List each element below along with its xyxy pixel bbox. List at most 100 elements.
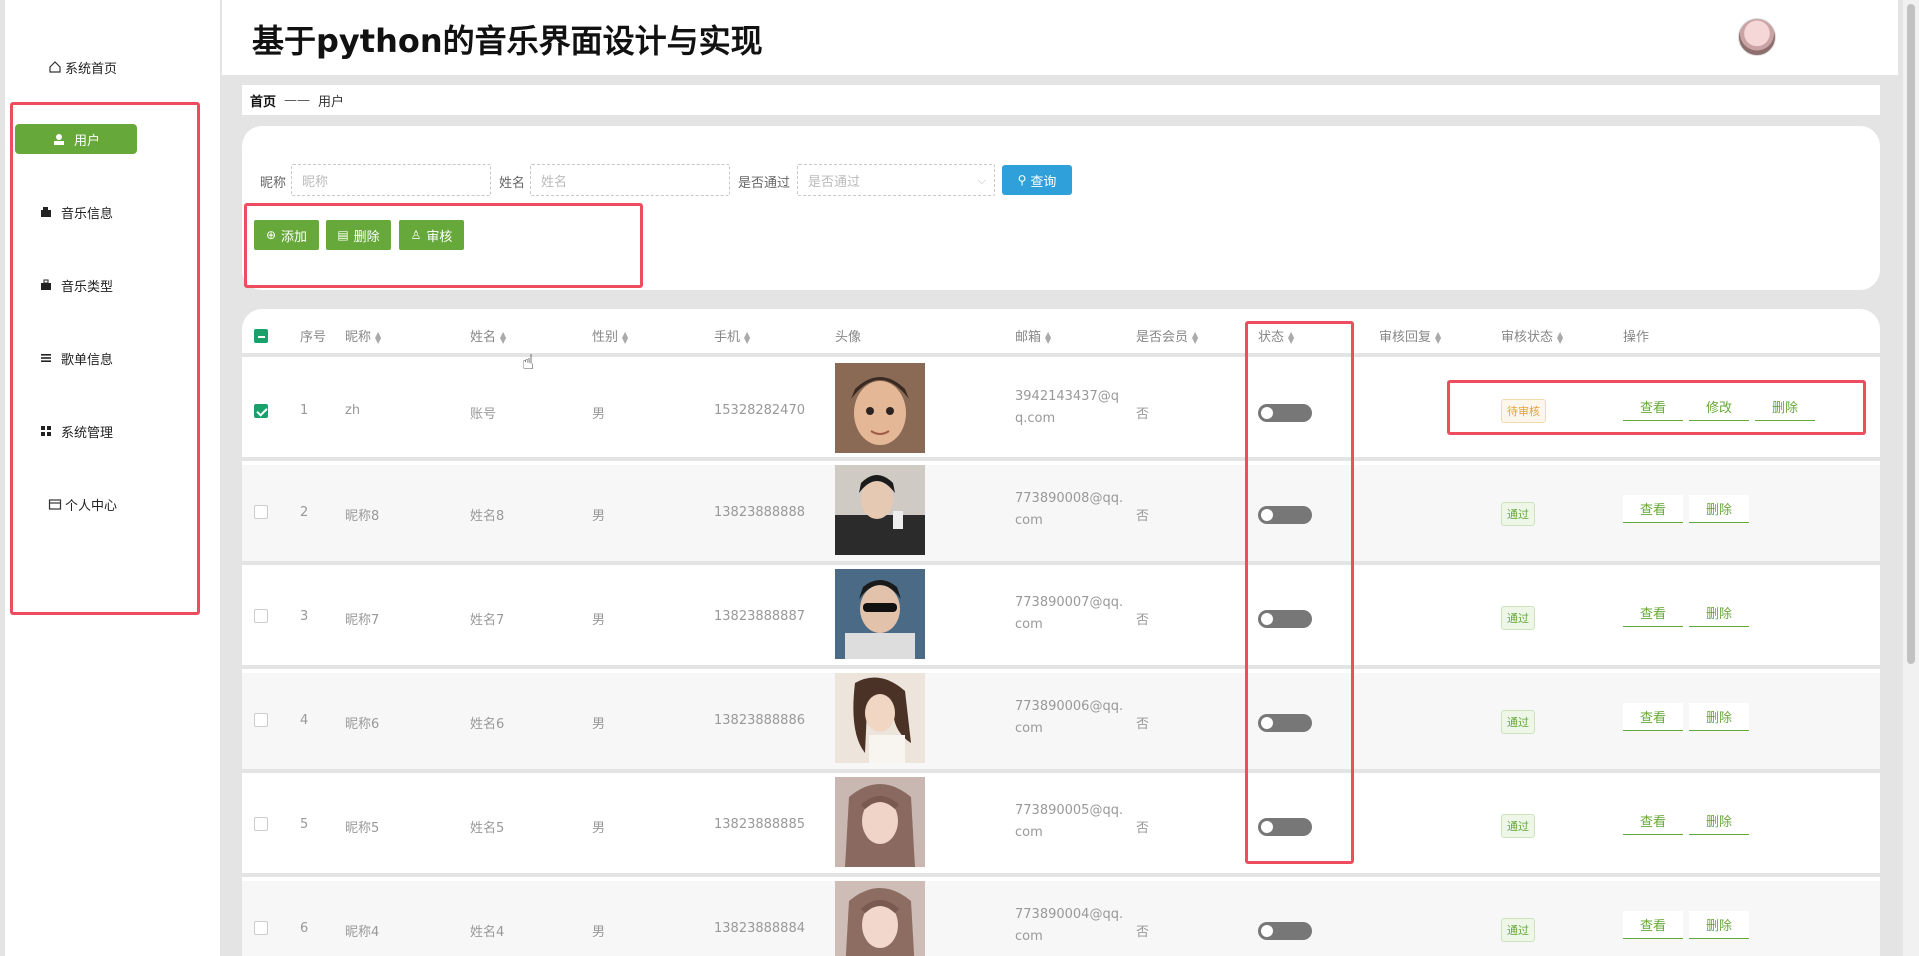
row-checkbox[interactable] xyxy=(254,609,268,623)
user-avatar-image[interactable] xyxy=(835,881,925,956)
home-icon xyxy=(48,60,62,74)
cell-nickname: 昵称4 xyxy=(345,925,380,940)
sidebar-item-music-info[interactable]: 音乐信息 xyxy=(15,197,137,227)
sort-icon[interactable]: ▲ ▼ xyxy=(622,330,628,344)
col-name[interactable]: 姓名 ▲ ▼ xyxy=(470,326,506,345)
top-header: 基于python的音乐界面设计与实现 xyxy=(222,0,1898,75)
row-checkbox[interactable] xyxy=(254,817,268,831)
sidebar-item-playlist[interactable]: 歌单信息 xyxy=(15,343,137,373)
delete-row-button[interactable]: 删除 xyxy=(1689,911,1749,939)
view-button[interactable]: 查看 xyxy=(1623,703,1683,731)
cell-gender: 男 xyxy=(592,821,606,836)
grid-icon xyxy=(39,424,53,438)
breadcrumb-home[interactable]: 首页 xyxy=(250,91,276,110)
row-checkbox[interactable] xyxy=(254,921,268,935)
status-toggle[interactable] xyxy=(1258,714,1312,732)
delete-row-button[interactable]: 删除 xyxy=(1689,495,1749,523)
status-toggle[interactable] xyxy=(1258,922,1312,940)
view-button[interactable]: 查看 xyxy=(1623,807,1683,835)
table-row[interactable]: 3 昵称7 姓名7 男 13823888887 773890007@qq. co… xyxy=(242,569,1880,669)
view-button[interactable]: 查看 xyxy=(1623,495,1683,523)
user-avatar-image[interactable] xyxy=(835,569,925,659)
sort-icon[interactable]: ▲ ▼ xyxy=(1045,330,1051,344)
col-status[interactable]: 状态 ▲ ▼ xyxy=(1258,326,1294,345)
name-placeholder: 姓名 xyxy=(541,174,568,190)
cell-name: 姓名5 xyxy=(470,821,505,836)
row-checkbox[interactable] xyxy=(254,404,268,418)
delete-row-button[interactable]: 删除 xyxy=(1755,393,1815,421)
user-avatar-image[interactable] xyxy=(835,363,925,453)
col-nickname[interactable]: 昵称 ▲ ▼ xyxy=(345,326,381,345)
nickname-label: 昵称 xyxy=(260,176,287,191)
sidebar: 系统首页 用户 音乐信息 音乐类型 歌单信息 系统管理 个人中心 xyxy=(5,0,220,956)
avatar[interactable] xyxy=(1738,18,1776,56)
search-icon: ⚲ xyxy=(1017,173,1027,187)
sidebar-item-home[interactable]: 系统首页 xyxy=(15,52,137,82)
sort-icon[interactable]: ▲ ▼ xyxy=(1288,330,1294,344)
scrollbar[interactable] xyxy=(1903,0,1919,956)
select-all-checkbox[interactable] xyxy=(254,329,268,343)
table-row[interactable]: 1 zh 账号 男 15328282470 3942143437@q q.com… xyxy=(242,361,1880,461)
table-row[interactable]: 6 昵称4 姓名4 男 13823888884 773890004@qq. co… xyxy=(242,881,1880,956)
col-phone[interactable]: 手机 ▲ ▼ xyxy=(714,326,750,345)
status-toggle[interactable] xyxy=(1258,506,1312,524)
status-toggle[interactable] xyxy=(1258,818,1312,836)
sort-icon[interactable]: ▲ ▼ xyxy=(744,330,750,344)
view-button[interactable]: 查看 xyxy=(1623,393,1683,421)
add-button[interactable]: ⊕ 添加 xyxy=(254,220,319,250)
status-toggle[interactable] xyxy=(1258,610,1312,628)
cell-no: 2 xyxy=(300,505,309,520)
wallet-icon xyxy=(39,205,53,219)
sort-icon[interactable]: ▲ ▼ xyxy=(1192,330,1198,344)
add-button-label: 添加 xyxy=(281,229,308,245)
table-row[interactable]: 2 昵称8 姓名8 男 13823888888 773890008@qq. co… xyxy=(242,465,1880,565)
view-button[interactable]: 查看 xyxy=(1623,599,1683,627)
col-member[interactable]: 是否会员 ▲ ▼ xyxy=(1136,326,1198,345)
cell-email-line1: 773890008@qq. xyxy=(1015,491,1124,506)
col-email[interactable]: 邮箱 ▲ ▼ xyxy=(1015,326,1051,345)
cell-phone: 13823888886 xyxy=(714,713,805,728)
col-review-reply[interactable]: 审核回复 ▲ ▼ xyxy=(1379,326,1441,345)
sidebar-item-music-type[interactable]: 音乐类型 xyxy=(15,270,137,300)
cell-member: 否 xyxy=(1136,407,1150,422)
cell-gender: 男 xyxy=(592,925,606,940)
sidebar-item-profile[interactable]: 个人中心 xyxy=(15,489,137,519)
sort-icon[interactable]: ▲ ▼ xyxy=(375,330,381,344)
col-review-status[interactable]: 审核状态 ▲ ▼ xyxy=(1501,326,1563,345)
status-toggle[interactable] xyxy=(1258,404,1312,422)
nickname-placeholder: 昵称 xyxy=(302,174,329,190)
sort-icon[interactable]: ▲ ▼ xyxy=(1557,330,1563,344)
sort-icon[interactable]: ▲ ▼ xyxy=(500,330,506,344)
sort-icon[interactable]: ▲ ▼ xyxy=(1435,330,1441,344)
query-button[interactable]: ⚲ 查询 xyxy=(1002,165,1072,195)
view-button[interactable]: 查看 xyxy=(1623,911,1683,939)
sidebar-item-user[interactable]: 用户 xyxy=(15,124,137,154)
user-avatar-image[interactable] xyxy=(835,673,925,763)
cell-no: 5 xyxy=(300,817,309,832)
sidebar-item-system[interactable]: 系统管理 xyxy=(15,416,137,446)
cell-nickname: 昵称8 xyxy=(345,509,380,524)
table-row[interactable]: 5 昵称5 姓名5 男 13823888885 773890005@qq. co… xyxy=(242,777,1880,877)
row-checkbox[interactable] xyxy=(254,713,268,727)
cell-email-line2: com xyxy=(1015,617,1043,632)
passed-select[interactable]: 是否通过 ⌵ xyxy=(797,164,995,196)
user-avatar-image[interactable] xyxy=(835,465,925,555)
table-row[interactable]: 4 昵称6 姓名6 男 13823888886 773890006@qq. co… xyxy=(242,673,1880,773)
name-input[interactable]: 姓名 xyxy=(530,164,730,196)
passed-label: 是否通过 xyxy=(738,176,791,191)
delete-button-label: 删除 xyxy=(353,229,380,245)
delete-row-button[interactable]: 删除 xyxy=(1689,807,1749,835)
row-checkbox[interactable] xyxy=(254,505,268,519)
review-button[interactable]: ♙ 审核 xyxy=(399,220,464,250)
delete-row-button[interactable]: 删除 xyxy=(1689,599,1749,627)
delete-button[interactable]: ▤ 删除 xyxy=(326,220,391,250)
sidebar-item-label: 音乐信息 xyxy=(60,206,113,222)
col-gender[interactable]: 性别 ▲ ▼ xyxy=(592,326,628,345)
user-avatar-image[interactable] xyxy=(835,777,925,867)
status-badge: 待审核 xyxy=(1501,399,1546,423)
edit-button[interactable]: 修改 xyxy=(1689,393,1749,421)
delete-row-button[interactable]: 删除 xyxy=(1689,703,1749,731)
filter-panel: 昵称 昵称 姓名 姓名 是否通过 是否通过 ⌵ ⚲ 查询 ⊕ 添加 ▤ 删除 ♙ 审核 xyxy=(242,126,1880,290)
nickname-input[interactable]: 昵称 xyxy=(291,164,491,196)
scrollbar-thumb[interactable] xyxy=(1907,4,1915,664)
